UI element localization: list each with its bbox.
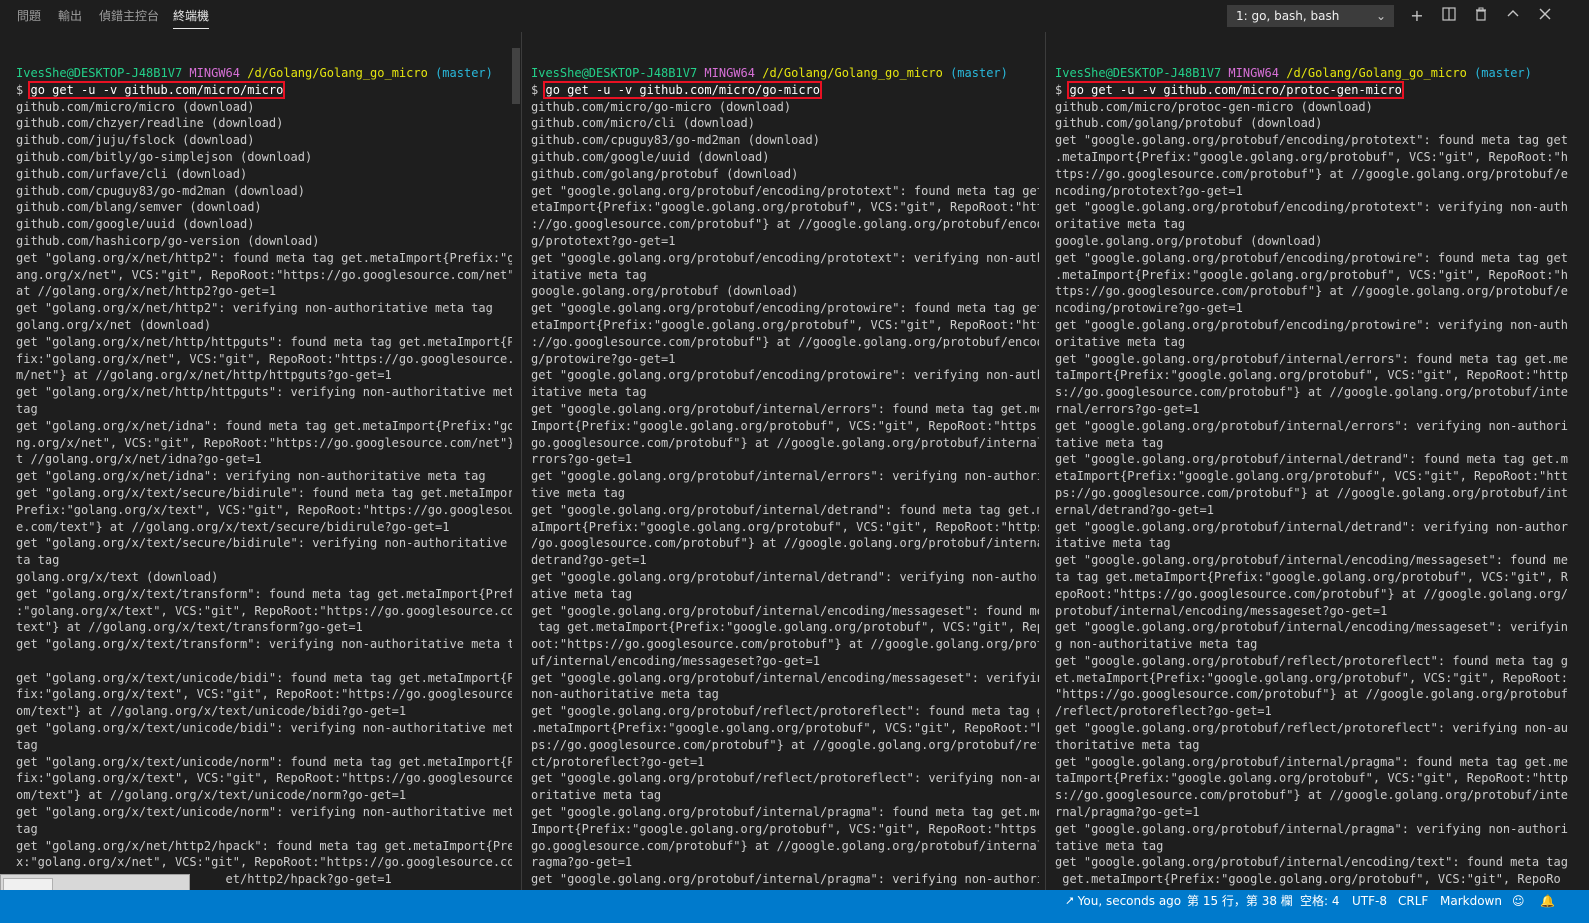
status-bar: ⭧ You, seconds ago 第 15 行，第 38 欄 空格: 4 U…	[0, 890, 1589, 923]
indentation[interactable]: 空格: 4	[1300, 890, 1340, 912]
prompt-user: IvesShe@DESKTOP-J48B1V7	[531, 66, 698, 80]
cursor-position[interactable]: 第 15 行，第 38 欄	[1187, 890, 1293, 912]
git-blame-label: You, seconds ago	[1077, 894, 1182, 908]
command-highlight: go get -u -v github.com/micro/micro	[28, 80, 286, 99]
terminal-pane-3[interactable]: IvesShe@DESKTOP-J48B1V7 MINGW64 /d/Golan…	[1055, 32, 1575, 890]
scrollbar-thumb[interactable]	[512, 48, 520, 104]
terminal-text: IvesShe@DESKTOP-J48B1V7 MINGW64 /d/Golan…	[531, 65, 1039, 888]
tab-terminal[interactable]: 終端機	[173, 0, 210, 32]
terminal-output: github.com/micro/micro (download) github…	[16, 99, 512, 887]
terminal-selector[interactable]: 1: go, bash, bash ⌄	[1227, 5, 1394, 27]
prompt-symbol: $	[531, 82, 539, 97]
prompt-path: /d/Golang/Golang_go_micro	[1286, 66, 1467, 80]
git-blame[interactable]: ⭧ You, seconds ago	[1066, 890, 1181, 912]
terminal-pane-2[interactable]: IvesShe@DESKTOP-J48B1V7 MINGW64 /d/Golan…	[531, 32, 1039, 890]
panel-header: 問題 輸出 偵錯主控台 終端機 1: go, bash, bash ⌄ +	[0, 0, 1589, 32]
feedback-icon[interactable]: ☺	[1512, 890, 1525, 912]
prompt-user: IvesShe@DESKTOP-J48B1V7	[16, 66, 183, 80]
terminal-output: github.com/micro/go-micro (download) git…	[531, 99, 1039, 887]
tab-problems[interactable]: 問題	[17, 0, 41, 32]
prompt-system: MINGW64	[704, 66, 755, 80]
command-highlight: go get -u -v github.com/micro/go-micro	[543, 80, 823, 99]
prompt-branch: (master)	[1474, 66, 1532, 80]
language-mode[interactable]: Markdown	[1440, 890, 1502, 912]
chevron-up-icon[interactable]	[1503, 6, 1523, 26]
terminal-output: github.com/micro/protoc-gen-micro (downl…	[1055, 99, 1568, 887]
prompt-user: IvesShe@DESKTOP-J48B1V7	[1055, 66, 1222, 80]
pane-divider[interactable]	[1045, 32, 1046, 890]
prompt-system: MINGW64	[189, 66, 240, 80]
bell-icon[interactable]: 🔔	[1540, 890, 1555, 912]
line-ending[interactable]: CRLF	[1398, 890, 1428, 912]
split-icon[interactable]	[1439, 6, 1459, 26]
prompt-path: /d/Golang/Golang_go_micro	[762, 66, 943, 80]
prompt-branch: (master)	[435, 66, 493, 80]
tab-output[interactable]: 輸出	[58, 0, 82, 32]
trash-icon[interactable]	[1471, 6, 1491, 26]
pane-divider[interactable]	[521, 32, 522, 890]
terminal-selector-label: 1: go, bash, bash	[1236, 9, 1340, 23]
terminal-text: IvesShe@DESKTOP-J48B1V7 MINGW64 /d/Golan…	[16, 65, 512, 888]
encoding[interactable]: UTF-8	[1352, 890, 1387, 912]
git-commit-icon: ⭧	[1066, 894, 1074, 908]
terminal-text: IvesShe@DESKTOP-J48B1V7 MINGW64 /d/Golan…	[1055, 65, 1568, 888]
chevron-down-icon: ⌄	[1375, 9, 1386, 23]
plus-icon[interactable]: +	[1407, 6, 1427, 26]
prompt-path: /d/Golang/Golang_go_micro	[247, 66, 428, 80]
prompt-symbol: $	[1055, 82, 1063, 97]
terminal-pane-1[interactable]: IvesShe@DESKTOP-J48B1V7 MINGW64 /d/Golan…	[16, 32, 512, 890]
prompt-symbol: $	[16, 82, 24, 97]
prompt-branch: (master)	[950, 66, 1008, 80]
tab-debug-console[interactable]: 偵錯主控台	[99, 0, 159, 32]
command-highlight: go get -u -v github.com/micro/protoc-gen…	[1067, 80, 1404, 99]
prompt-system: MINGW64	[1228, 66, 1279, 80]
close-icon[interactable]	[1535, 6, 1555, 26]
